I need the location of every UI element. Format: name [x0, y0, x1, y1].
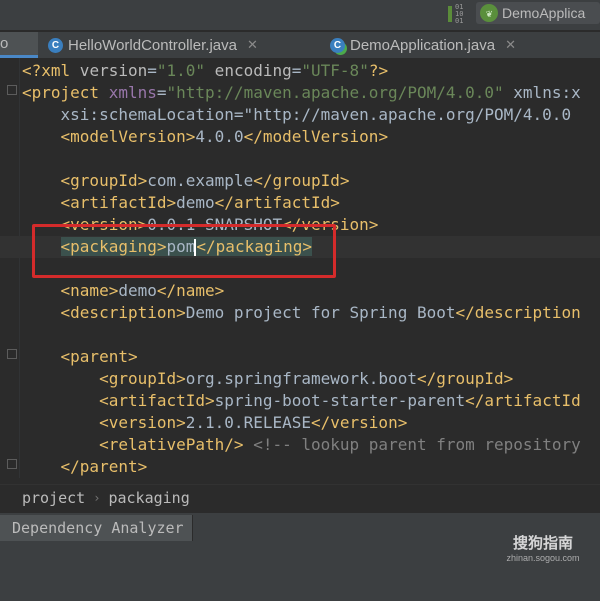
java-class-icon: C: [48, 37, 63, 53]
editor-tab-bar: o C HelloWorldController.java ✕ C DemoAp…: [0, 32, 600, 59]
code-line: <parent>: [60, 347, 138, 366]
gutter-separator: [19, 58, 20, 478]
code-line: <groupId>com.example</groupId>: [60, 171, 350, 190]
sogou-watermark-logo: 搜狗指南 zhinan.sogou.com: [498, 532, 588, 563]
code-line: <description>Demo project for Spring Boo…: [60, 303, 581, 322]
vcs-status-icon[interactable]: 01 10 01: [448, 3, 470, 25]
code-line: <relativePath/> <!-- lookup parent from …: [99, 435, 581, 454]
tab-label: HelloWorldController.java: [68, 36, 237, 54]
watermark-title: 搜狗指南: [512, 535, 573, 552]
run-configuration-selector[interactable]: ❦ DemoApplica: [476, 2, 600, 24]
code-line: <artifactId>demo</artifactId>: [60, 193, 340, 212]
fold-marker-icon[interactable]: [7, 349, 17, 359]
code-line: <version>2.1.0.RELEASE</version>: [99, 413, 408, 432]
tab-label: DemoApplication.java: [350, 36, 496, 54]
vcs-bits: 01 10 01: [455, 3, 464, 25]
tab-demoapplication[interactable]: C DemoApplication.java ✕: [322, 32, 562, 58]
main-toolbar: 01 10 01 ❦ DemoApplica: [0, 0, 600, 30]
code-line: xsi:schemaLocation="http://maven.apache.…: [22, 105, 572, 124]
code-line: <name>demo</name>: [60, 281, 225, 300]
code-line: <artifactId>spring-boot-starter-parent</…: [99, 391, 581, 410]
code-line: </parent>: [60, 457, 148, 476]
tab-helloworldcontroller[interactable]: C HelloWorldController.java ✕: [40, 32, 318, 58]
highlight-annotation-box: [32, 224, 336, 278]
code-line: <?xml version="1.0" encoding="UTF-8"?>: [22, 61, 389, 80]
vcs-bit-3: 01: [455, 16, 464, 25]
code-line: <project xmlns="http://maven.apache.org/…: [22, 83, 581, 102]
tab-dependency-analyzer[interactable]: Dependency Analyzer: [0, 515, 193, 541]
tab-label: o: [0, 35, 9, 52]
fold-marker-icon[interactable]: [7, 85, 17, 95]
breadcrumb: project › packaging: [0, 484, 600, 511]
vcs-bar: [448, 6, 452, 22]
fold-marker-icon[interactable]: [7, 459, 17, 469]
breadcrumb-item-project[interactable]: project: [22, 489, 85, 507]
close-icon[interactable]: ✕: [247, 37, 258, 53]
spring-leaf-icon: ❦: [480, 4, 498, 22]
breadcrumb-separator-icon: ›: [93, 491, 101, 505]
tab-pom-xml[interactable]: o: [0, 32, 38, 58]
spring-class-icon: C: [330, 37, 345, 53]
breadcrumb-item-packaging[interactable]: packaging: [108, 489, 189, 507]
close-icon[interactable]: ✕: [505, 37, 516, 53]
run-configuration-label: DemoApplica: [502, 5, 586, 21]
code-line: <groupId>org.springframework.boot</group…: [99, 369, 514, 388]
watermark-url: zhinan.sogou.com: [506, 553, 580, 563]
code-line: <modelVersion>4.0.0</modelVersion>: [60, 127, 389, 146]
